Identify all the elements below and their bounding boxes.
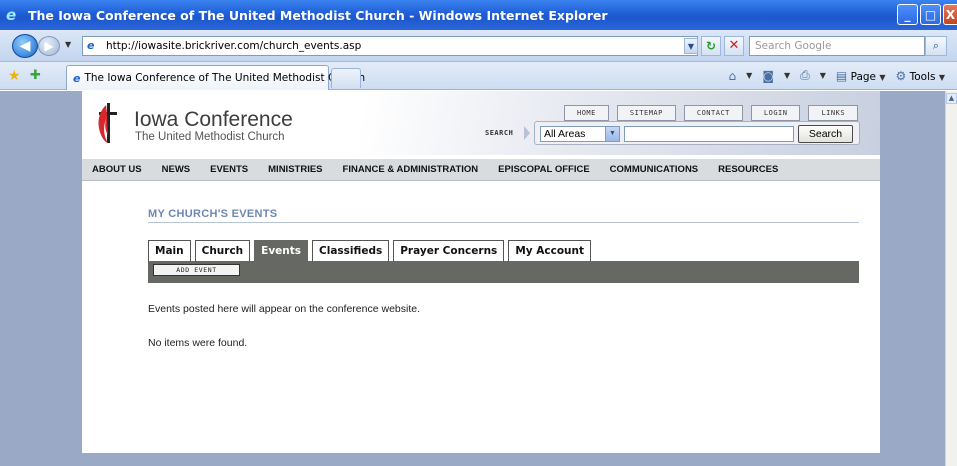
nav-news[interactable]: NEWS bbox=[162, 164, 191, 175]
address-bar: ◀ ▶ ▼ e http://iowasite.brickriver.com/c… bbox=[0, 30, 957, 62]
sitemap-link[interactable]: SITEMAP bbox=[616, 105, 676, 121]
tab-events[interactable]: Events bbox=[254, 240, 309, 261]
search-arrow-icon bbox=[524, 126, 530, 140]
home-link[interactable]: HOME bbox=[564, 105, 609, 121]
tab-my-account[interactable]: My Account bbox=[508, 240, 592, 261]
nav-finance-administration[interactable]: FINANCE & ADMINISTRATION bbox=[343, 164, 479, 175]
empty-state-text: No items were found. bbox=[148, 337, 248, 349]
close-button[interactable]: X bbox=[943, 4, 957, 25]
tab-page-icon: e bbox=[73, 71, 81, 85]
feeds-dropdown-icon[interactable]: ▼ bbox=[784, 71, 790, 80]
tab-toolbar: ADD EVENT bbox=[148, 261, 859, 283]
internet-explorer-icon: e bbox=[6, 6, 17, 24]
nav-events[interactable]: EVENTS bbox=[210, 164, 248, 175]
tools-menu-label: Tools bbox=[909, 70, 936, 83]
nav-about-us[interactable]: ABOUT US bbox=[92, 164, 142, 175]
print-dropdown-icon[interactable]: ▼ bbox=[820, 71, 826, 80]
window-titlebar: e The Iowa Conference of The United Meth… bbox=[0, 0, 957, 30]
events-info-text: Events posted here will appear on the co… bbox=[148, 303, 421, 315]
tab-bar: ★ ✚ e The Iowa Conference of The United … bbox=[0, 62, 957, 90]
site-logo-title[interactable]: Iowa Conference bbox=[134, 108, 293, 132]
back-button[interactable]: ◀ bbox=[12, 34, 38, 58]
add-event-button[interactable]: ADD EVENT bbox=[153, 264, 240, 276]
tab-classifieds[interactable]: Classifieds bbox=[312, 240, 390, 261]
window-controls: _ □ X bbox=[897, 4, 957, 25]
search-scope-select[interactable]: All Areas ▼ bbox=[540, 126, 620, 142]
nav-resources[interactable]: RESOURCES bbox=[718, 164, 778, 175]
site-logo-subtitle: The United Methodist Church bbox=[135, 131, 285, 143]
page-menu-label: Page bbox=[850, 70, 877, 83]
section-tabs: Main Church Events Classifieds Prayer Co… bbox=[148, 240, 592, 261]
scroll-up-icon[interactable]: ▲ bbox=[946, 93, 957, 104]
tab-title: The Iowa Conference of The United Method… bbox=[84, 72, 366, 84]
new-tab-button[interactable] bbox=[331, 68, 361, 88]
contact-link[interactable]: CONTACT bbox=[683, 105, 743, 121]
page-menu[interactable]: ▤ Page ▼ bbox=[836, 69, 886, 83]
feeds-icon[interactable]: ◙ bbox=[762, 69, 774, 83]
history-dropdown-icon[interactable]: ▼ bbox=[65, 40, 71, 49]
tab-prayer-concerns[interactable]: Prayer Concerns bbox=[393, 240, 505, 261]
utility-links: HOME SITEMAP CONTACT LOGIN LINKS bbox=[564, 105, 859, 121]
nav-episcopal-office[interactable]: EPISCOPAL OFFICE bbox=[498, 164, 590, 175]
tab-church[interactable]: Church bbox=[194, 240, 251, 261]
vertical-scrollbar[interactable]: ▲ bbox=[945, 91, 957, 466]
main-navigation: ABOUT US NEWS EVENTS MINISTRIES FINANCE … bbox=[82, 159, 880, 181]
nav-ministries[interactable]: MINISTRIES bbox=[268, 164, 322, 175]
site-search-panel: All Areas ▼ Search bbox=[534, 121, 860, 145]
refresh-button[interactable]: ↻ bbox=[701, 36, 721, 56]
site-search-button[interactable]: Search bbox=[798, 125, 853, 143]
chevron-down-icon[interactable]: ▼ bbox=[605, 127, 619, 141]
home-icon[interactable]: ⌂ bbox=[729, 69, 737, 83]
site-search-input[interactable] bbox=[624, 126, 794, 142]
browser-tab[interactable]: e The Iowa Conference of The United Meth… bbox=[66, 65, 365, 90]
tools-menu[interactable]: ⚙ Tools ▼ bbox=[896, 69, 945, 83]
add-favorites-icon[interactable]: ✚ bbox=[30, 68, 41, 83]
login-link[interactable]: LOGIN bbox=[750, 105, 801, 121]
tab-main[interactable]: Main bbox=[148, 240, 191, 261]
tools-gear-icon: ⚙ bbox=[895, 68, 907, 83]
links-link[interactable]: LINKS bbox=[808, 105, 859, 121]
search-scope-value: All Areas bbox=[544, 128, 586, 140]
browser-search-input[interactable]: Search Google bbox=[749, 36, 925, 56]
url-input[interactable]: e http://iowasite.brickriver.com/church_… bbox=[82, 36, 698, 56]
forward-button[interactable]: ▶ bbox=[38, 36, 60, 56]
cross-and-flame-logo-icon[interactable] bbox=[94, 101, 118, 145]
favorites-star-icon[interactable]: ★ bbox=[8, 68, 21, 84]
url-dropdown-icon[interactable]: ▼ bbox=[684, 38, 698, 54]
search-icon[interactable]: ⌕ bbox=[925, 36, 947, 56]
window-title: The Iowa Conference of The United Method… bbox=[28, 7, 608, 23]
command-bar: ⌂ ▼ ◙ ▼ ⎙ ▼ ▤ Page ▼ ⚙ Tools ▼ bbox=[729, 68, 945, 83]
site-search-label: SEARCH bbox=[485, 129, 514, 137]
home-dropdown-icon[interactable]: ▼ bbox=[746, 71, 752, 80]
nav-communications[interactable]: COMMUNICATIONS bbox=[610, 164, 698, 175]
maximize-button[interactable]: □ bbox=[920, 4, 941, 25]
page-title: MY CHURCH'S EVENTS bbox=[148, 208, 278, 220]
page-icon: e bbox=[87, 39, 95, 52]
heading-divider bbox=[148, 222, 859, 223]
minimize-button[interactable]: _ bbox=[897, 4, 918, 25]
url-text: http://iowasite.brickriver.com/church_ev… bbox=[106, 40, 362, 52]
web-page: Iowa Conference The United Methodist Chu… bbox=[82, 91, 880, 453]
print-icon[interactable]: ⎙ bbox=[800, 68, 810, 83]
stop-button[interactable]: ✕ bbox=[724, 36, 744, 56]
site-header: Iowa Conference The United Methodist Chu… bbox=[82, 91, 880, 155]
page-menu-icon: ▤ bbox=[835, 68, 848, 83]
